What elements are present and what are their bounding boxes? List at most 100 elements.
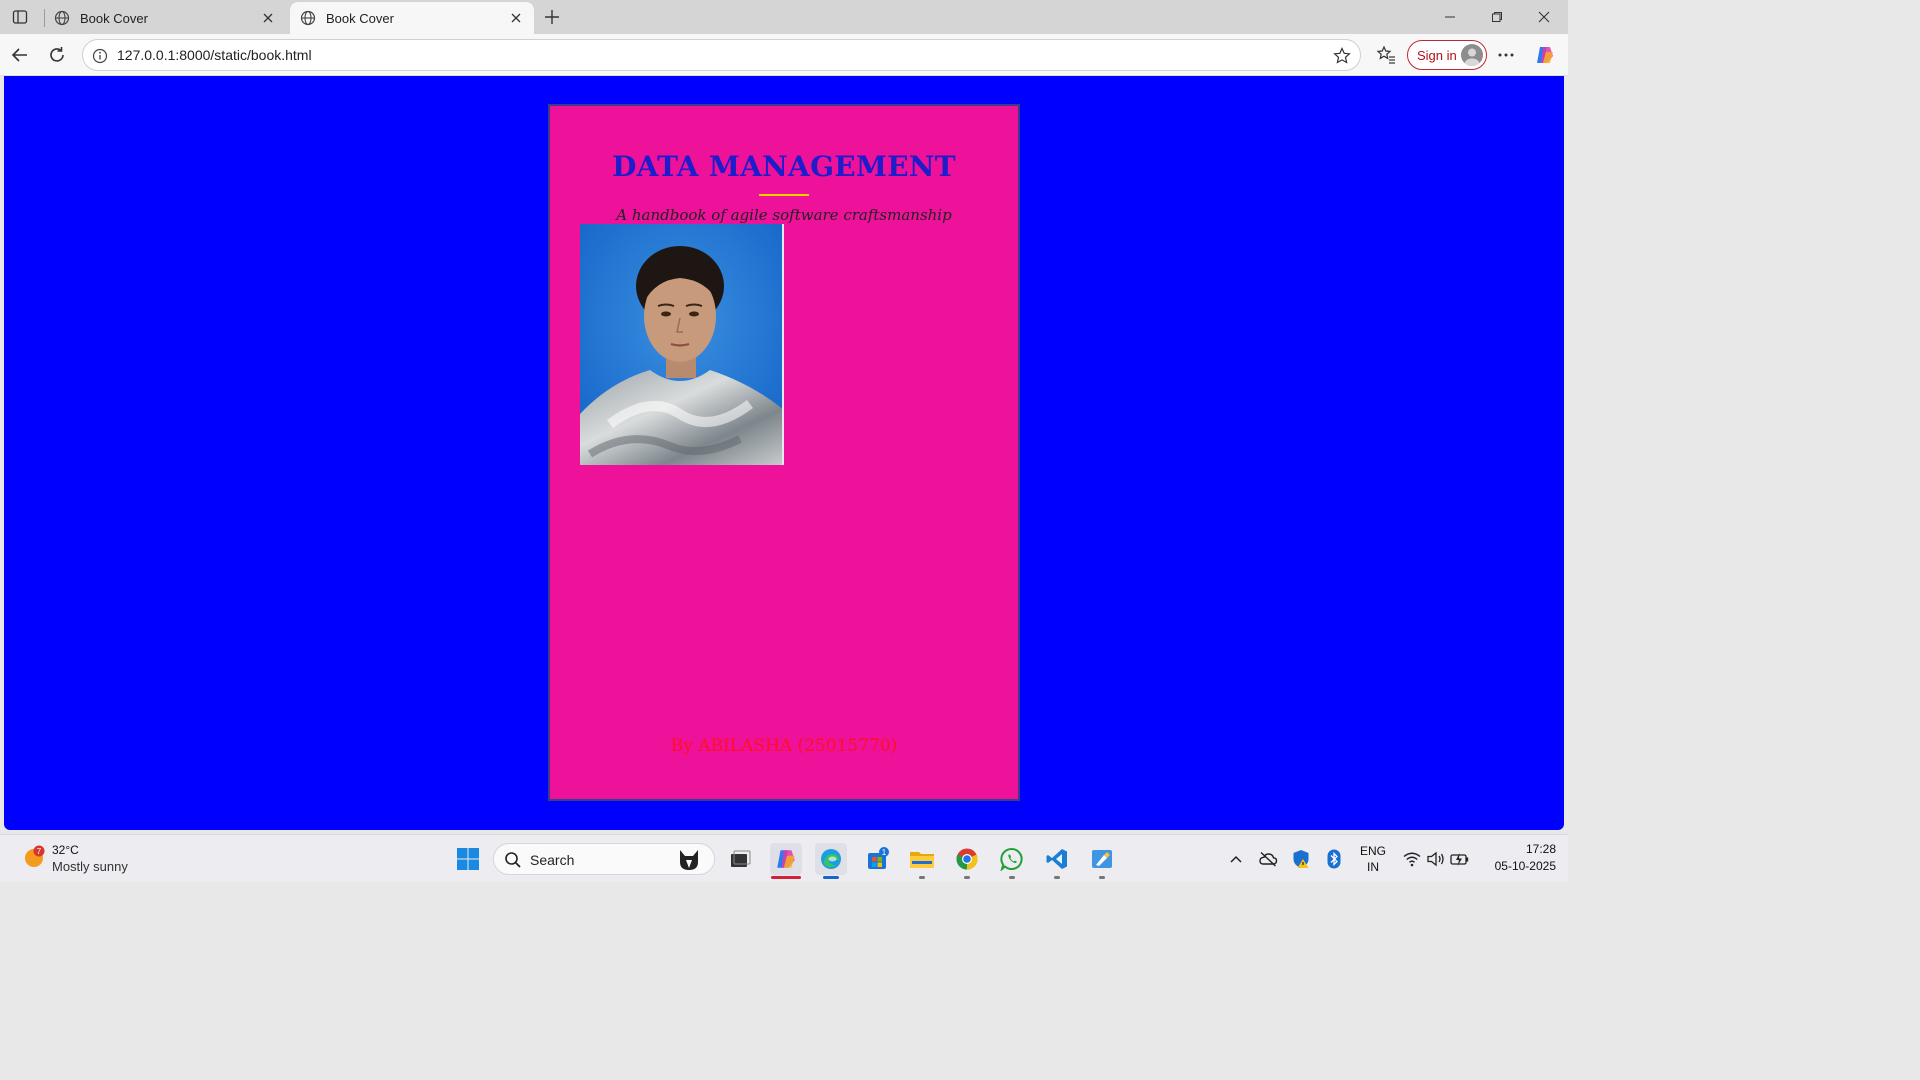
book-subtitle: A handbook of agile software craftsmansh… bbox=[616, 206, 952, 224]
book-cover: DATA MANAGEMENT A handbook of agile soft… bbox=[548, 104, 1020, 801]
edge-icon bbox=[821, 849, 841, 869]
copilot-taskbar-button[interactable] bbox=[770, 843, 802, 879]
running-indicator bbox=[1054, 876, 1060, 879]
tab-book-cover-1[interactable]: Book Cover bbox=[44, 2, 286, 34]
clock-date: 05-10-2025 bbox=[1494, 859, 1556, 873]
paint-icon bbox=[1092, 850, 1112, 868]
security-button[interactable] bbox=[1285, 843, 1317, 875]
language-indicator[interactable]: ENG IN bbox=[1356, 843, 1390, 875]
copilot-icon bbox=[777, 850, 795, 868]
close-icon[interactable] bbox=[260, 10, 276, 26]
sidebar-icon bbox=[12, 10, 28, 24]
bluetooth-icon bbox=[1327, 849, 1341, 869]
chrome-button[interactable] bbox=[951, 843, 983, 879]
windows-start-icon bbox=[457, 848, 479, 870]
restore-icon bbox=[1492, 12, 1502, 22]
store-icon: 1 bbox=[868, 847, 889, 869]
restore-button[interactable] bbox=[1484, 5, 1510, 29]
address-bar[interactable]: 127.0.0.1:8000/static/book.html bbox=[82, 39, 1361, 71]
book-author: By ABILASHA (25015770) bbox=[670, 736, 898, 756]
tab-title: Book Cover bbox=[80, 10, 148, 26]
tab-strip: Book Cover Book Cover bbox=[0, 0, 1568, 34]
clock-time: 17:28 bbox=[1525, 842, 1556, 856]
favorites-list-icon bbox=[1376, 45, 1395, 64]
edge-taskbar-button[interactable] bbox=[815, 843, 847, 879]
battery-button[interactable] bbox=[1444, 843, 1476, 875]
task-view-button[interactable] bbox=[724, 843, 756, 875]
vscode-icon bbox=[1046, 849, 1067, 869]
browser-toolbar: 127.0.0.1:8000/static/book.html Sign in bbox=[0, 34, 1568, 76]
language-code: ENG bbox=[1359, 844, 1386, 858]
volume-icon bbox=[1427, 851, 1444, 867]
chevron-up-icon bbox=[1230, 855, 1242, 863]
active-indicator bbox=[823, 876, 839, 879]
svg-text:7: 7 bbox=[37, 847, 42, 856]
book-title: DATA MANAGEMENT bbox=[612, 150, 956, 183]
onedrive-button[interactable] bbox=[1252, 843, 1284, 875]
battery-charging-icon bbox=[1450, 853, 1469, 866]
star-icon bbox=[1333, 47, 1351, 64]
more-dots-icon bbox=[1498, 53, 1514, 57]
weather-sun-icon: 7 bbox=[25, 845, 45, 867]
minimize-button[interactable] bbox=[1437, 5, 1463, 29]
active-indicator bbox=[771, 876, 801, 879]
url-text[interactable]: 127.0.0.1:8000/static/book.html bbox=[117, 47, 312, 63]
globe-icon bbox=[300, 10, 316, 26]
minimize-icon bbox=[1445, 16, 1455, 18]
whatsapp-icon bbox=[1000, 848, 1023, 871]
cat-app-icon bbox=[680, 850, 698, 870]
running-indicator bbox=[919, 876, 925, 879]
chrome-icon bbox=[956, 848, 978, 870]
temperature: 32°C bbox=[52, 843, 79, 857]
task-view-icon bbox=[731, 850, 751, 867]
close-icon bbox=[1538, 11, 1550, 23]
windows-taskbar: 7 32°C Mostly sunny Search 1 ENG IN 17:2… bbox=[0, 834, 1568, 882]
back-button[interactable] bbox=[8, 43, 32, 67]
browser-window: Book Cover Book Cover 127.0.0.1:8000/sta… bbox=[0, 0, 1568, 882]
search-label: Search bbox=[530, 852, 575, 868]
plus-icon bbox=[545, 10, 559, 24]
favorites-button[interactable] bbox=[1374, 43, 1398, 67]
wifi-icon bbox=[1403, 852, 1421, 867]
show-hidden-icons-button[interactable] bbox=[1220, 843, 1252, 875]
copilot-icon bbox=[1537, 47, 1553, 63]
weather-condition: Mostly sunny bbox=[52, 859, 128, 874]
file-explorer-button[interactable] bbox=[906, 843, 938, 879]
file-explorer-icon bbox=[910, 852, 934, 868]
taskbar-search[interactable]: Search bbox=[493, 843, 715, 875]
store-taskbar-button[interactable]: 1 bbox=[861, 843, 893, 875]
whatsapp-button[interactable] bbox=[996, 843, 1028, 879]
avatar bbox=[1461, 44, 1483, 66]
shield-warning-icon bbox=[1293, 850, 1309, 868]
author-photo bbox=[580, 224, 784, 465]
sign-in-button[interactable]: Sign in bbox=[1407, 40, 1487, 70]
system-clock[interactable]: 17:28 05-10-2025 bbox=[1478, 841, 1556, 875]
windows-start-button[interactable] bbox=[452, 843, 484, 875]
bluetooth-button[interactable] bbox=[1318, 843, 1350, 875]
refresh-button[interactable] bbox=[45, 43, 69, 67]
svg-text:1: 1 bbox=[882, 848, 887, 857]
weather-widget[interactable]: 7 32°C Mostly sunny bbox=[20, 841, 150, 877]
tab-book-cover-2[interactable]: Book Cover bbox=[290, 2, 534, 34]
running-indicator bbox=[964, 876, 970, 879]
page-viewport: DATA MANAGEMENT A handbook of agile soft… bbox=[4, 76, 1564, 830]
back-arrow-icon bbox=[11, 48, 27, 62]
close-window-button[interactable] bbox=[1531, 5, 1557, 29]
site-info-icon[interactable] bbox=[92, 48, 108, 64]
cloud-offline-icon bbox=[1259, 851, 1278, 867]
paint-button[interactable] bbox=[1086, 843, 1118, 879]
favorite-button[interactable] bbox=[1332, 46, 1352, 66]
tab-actions-button[interactable] bbox=[10, 7, 30, 27]
globe-icon bbox=[54, 10, 70, 26]
running-indicator bbox=[1099, 876, 1105, 879]
sign-in-label: Sign in bbox=[1417, 47, 1457, 63]
close-icon[interactable] bbox=[508, 10, 524, 26]
refresh-icon bbox=[50, 47, 64, 62]
running-indicator bbox=[1009, 876, 1015, 879]
copilot-button[interactable] bbox=[1533, 43, 1557, 67]
new-tab-button[interactable] bbox=[541, 6, 563, 28]
vscode-button[interactable] bbox=[1041, 843, 1073, 879]
search-icon bbox=[505, 852, 521, 868]
settings-more-button[interactable] bbox=[1494, 43, 1518, 67]
language-region: IN bbox=[1367, 860, 1379, 874]
